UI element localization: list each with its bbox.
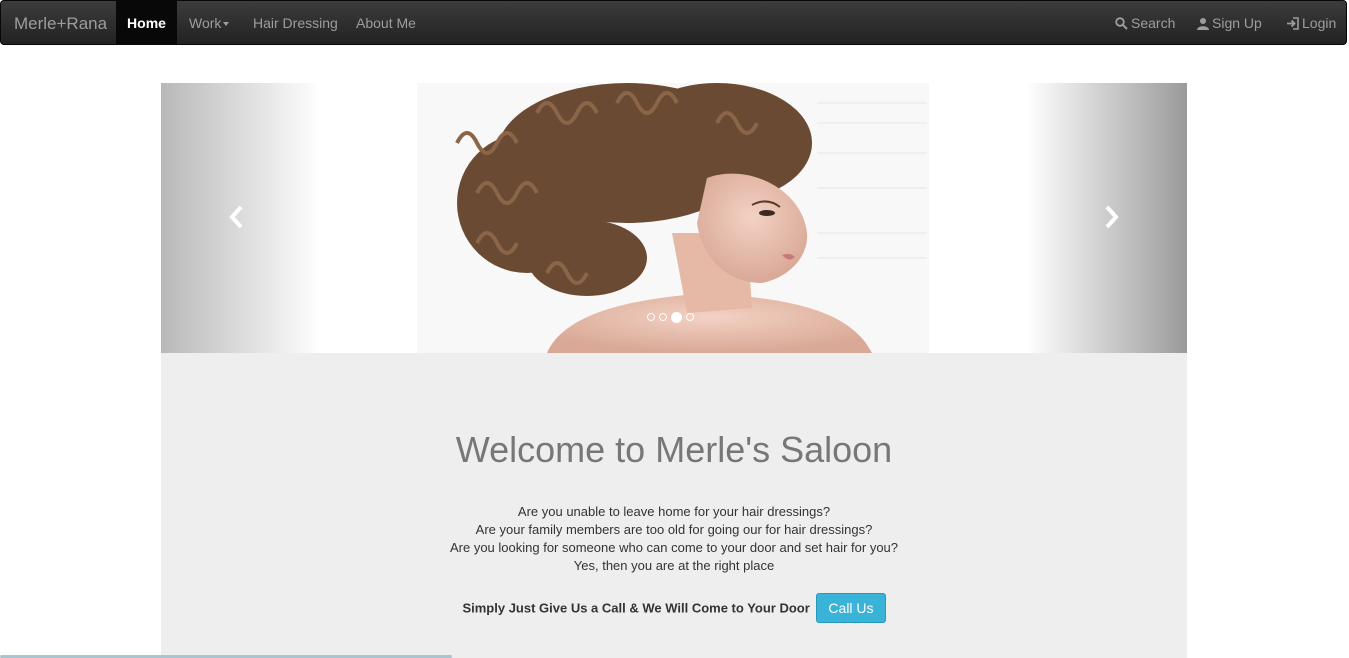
nav-work-dropdown[interactable]: Work [189,1,230,45]
welcome-text: Are you unable to leave home for your ha… [161,503,1187,575]
welcome-line-3: Are you looking for someone who can come… [449,540,899,555]
brand-link[interactable]: Merle+Rana [14,1,107,46]
welcome-title: Welcome to Merle's Saloon [455,429,893,470]
nav-work-label: Work [189,15,222,31]
welcome-line-4: Yes, then you are at the right place [573,558,775,573]
carousel-indicator-3[interactable] [671,311,682,323]
login-icon [1287,17,1299,30]
carousel-indicators [647,311,694,323]
nav-login[interactable]: Login [1286,1,1336,45]
chevron-left-icon[interactable] [227,204,245,230]
call-us-button[interactable]: Call Us [816,593,886,623]
welcome-jumbotron: Welcome to Merle's Saloon Are you unable… [161,353,1187,658]
user-icon [1197,18,1209,30]
navbar: Merle+Rana Home Work Hair Dressing About… [0,0,1347,45]
nav-about-me[interactable]: About Me [356,1,416,45]
nav-home-label: Home [127,15,166,31]
welcome-line-2: Are your family members are too old for … [475,522,873,537]
search-icon [1115,17,1128,30]
carousel-indicator-1[interactable] [647,313,655,321]
carousel-indicator-2[interactable] [659,313,667,321]
cta-row: Simply Just Give Us a Call & We Will Com… [161,593,1187,623]
welcome-line-1: Are you unable to leave home for your ha… [517,504,831,519]
nav-sign-up-label: Sign Up [1212,15,1262,31]
hero-carousel [161,83,1187,353]
cta-text: Simply Just Give Us a Call & We Will Com… [462,600,810,616]
nav-search-label: Search [1131,15,1176,31]
nav-sign-up[interactable]: Sign Up [1197,1,1262,45]
carousel-indicator-4[interactable] [686,313,694,321]
nav-about-me-label: About Me [356,15,416,31]
nav-hair-dressing[interactable]: Hair Dressing [253,1,338,45]
nav-search[interactable]: Search [1115,1,1175,45]
caret-down-icon [223,22,230,27]
nav-login-label: Login [1302,15,1337,31]
nav-hair-dressing-label: Hair Dressing [253,15,338,31]
chevron-right-icon[interactable] [1103,204,1121,230]
nav-home[interactable]: Home [116,1,177,45]
